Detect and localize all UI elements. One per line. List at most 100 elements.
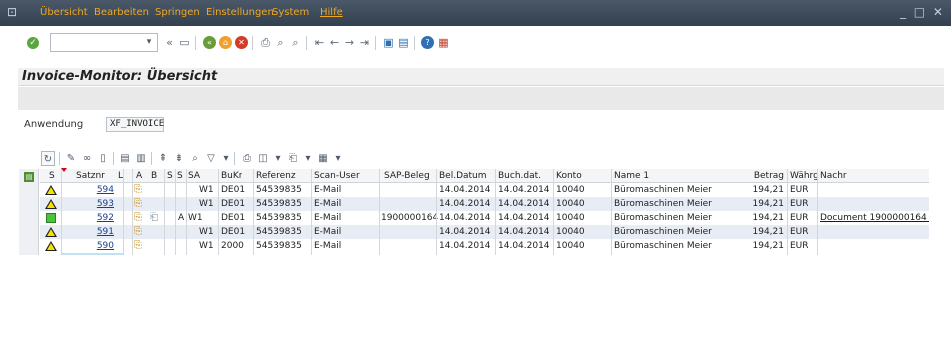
window-controls[interactable]: _ □ ✕ [900, 5, 945, 19]
cell-referenz: 54539835 [256, 185, 302, 195]
col-header-scan-user[interactable]: Scan-User [314, 169, 360, 183]
posted-doc-icon[interactable]: ⎗ [150, 212, 161, 223]
col-header-satznr[interactable]: Satznr [76, 169, 105, 183]
back-icon[interactable]: « [163, 36, 176, 49]
cell-sa: W1 [199, 227, 214, 237]
column-divider [436, 169, 437, 255]
print-icon[interactable]: ⎙ [259, 36, 272, 49]
separator [113, 152, 114, 165]
views-dropdown-icon[interactable]: ▾ [271, 151, 285, 166]
cancel-icon[interactable]: ✕ [235, 36, 248, 49]
chevron-down-icon[interactable]: ▾ [142, 34, 156, 51]
cell-betrag: 194,21 [752, 199, 785, 209]
anwendung-label: Anwendung [24, 119, 84, 130]
menu-springen[interactable]: Springen [155, 6, 200, 20]
col-header-name1[interactable]: Name 1 [614, 169, 649, 183]
details-icon[interactable]: ▤ [118, 151, 132, 166]
edit-icon[interactable]: ✎ [64, 151, 78, 166]
enter-icon[interactable]: ✓ [27, 37, 39, 49]
column-divider [311, 169, 312, 255]
document-icon[interactable]: ⎘ [134, 240, 145, 251]
layout-icon[interactable]: ▦ [437, 36, 450, 49]
system-toolbar: ✓ ▾ « ▭ « ⌂ ✕ ⎙ ⌕ ⌕ ⇤ ← → ⇥ ▣ ▤ ? ▦ [0, 26, 951, 60]
col-header-bel-datum[interactable]: Bel.Datum [439, 169, 487, 183]
menu-system[interactable]: System [272, 6, 309, 20]
separator [195, 36, 196, 50]
col-header-s2[interactable]: S [167, 169, 173, 183]
warning-icon [45, 227, 57, 237]
document-icon[interactable]: ⎘ [134, 212, 145, 223]
refresh-icon[interactable]: ↻ [41, 151, 55, 166]
cell-betrag: 194,21 [752, 185, 785, 195]
col-header-referenz[interactable]: Referenz [256, 169, 296, 183]
col-header-konto[interactable]: Konto [556, 169, 582, 183]
menu-hilfe[interactable]: Hilfe [320, 6, 343, 20]
menu-bearbeiten[interactable]: Bearbeiten [94, 6, 149, 20]
first-page-icon[interactable]: ⇤ [313, 36, 326, 49]
col-header-sap-beleg[interactable]: SAP-Beleg [384, 169, 430, 183]
cell-name1: Büromaschinen Meier [614, 227, 712, 237]
warning-icon [45, 199, 57, 209]
document-icon[interactable]: ⎘ [134, 226, 145, 237]
col-header-betrag[interactable]: Betrag [750, 169, 784, 183]
layout-dropdown-icon[interactable]: ▾ [331, 151, 345, 166]
select-all-rows-icon[interactable]: ▤ [24, 172, 34, 182]
satznr-link[interactable]: 592 [97, 213, 114, 223]
col-header-waehrg[interactable]: Währg [790, 169, 819, 183]
cell-waehrg: EUR [790, 199, 809, 209]
cell-referenz: 54539835 [256, 199, 302, 209]
last-page-icon[interactable]: ⇥ [358, 36, 371, 49]
next-page-icon[interactable]: → [343, 36, 356, 49]
create-session-icon[interactable]: ▣ [382, 36, 395, 49]
col-header-s3[interactable]: S [177, 169, 183, 183]
select-all-icon[interactable]: ▥ [134, 151, 148, 166]
separator [59, 152, 60, 165]
new-document-icon[interactable]: ▯ [96, 151, 110, 166]
separator [234, 152, 235, 165]
back-green-icon[interactable]: « [203, 36, 216, 49]
shortcut-icon[interactable]: ▤ [397, 36, 410, 49]
cell-konto: 10040 [556, 199, 585, 209]
previous-page-icon[interactable]: ← [328, 36, 341, 49]
views-icon[interactable]: ◫ [256, 151, 270, 166]
sort-ascending-icon[interactable]: ⇞ [156, 151, 170, 166]
menu-uebersicht[interactable]: Übersicht [40, 6, 88, 20]
filter-icon[interactable]: ▽ [204, 151, 218, 166]
col-header-buch-dat[interactable]: Buch.dat. [498, 169, 541, 183]
cell-betrag: 194,21 [752, 241, 785, 251]
col-header-a[interactable]: A [136, 169, 142, 183]
sort-descending-icon[interactable]: ⇟ [172, 151, 186, 166]
exit-icon[interactable]: ⌂ [219, 36, 232, 49]
layout-icon[interactable]: ▦ [316, 151, 330, 166]
document-icon[interactable]: ⎘ [134, 198, 145, 209]
cell-scan-user: E-Mail [314, 227, 342, 237]
col-header-nachr[interactable]: Nachr [820, 169, 847, 183]
title-bar: Invoice-Monitor: Übersicht [18, 68, 944, 86]
satznr-link[interactable]: 591 [97, 227, 114, 237]
col-header-b[interactable]: B [151, 169, 157, 183]
filter-dropdown-icon[interactable]: ▾ [219, 151, 233, 166]
col-header-bukr[interactable]: BuKr [221, 169, 242, 183]
col-header-sa[interactable]: SA [188, 169, 200, 183]
find-next-icon[interactable]: ⌕ [289, 36, 302, 49]
help-icon[interactable]: ? [421, 36, 434, 49]
document-icon[interactable]: ⎘ [134, 184, 145, 195]
find-icon[interactable]: ⌕ [274, 36, 287, 49]
nachr-link[interactable]: Document 1900000164 DE [820, 213, 929, 223]
col-header-s[interactable]: S [49, 169, 55, 183]
cell-scan-user: E-Mail [314, 185, 342, 195]
export-icon[interactable]: ⎗ [286, 151, 300, 166]
sap-menu-icon[interactable]: ⊡ [4, 4, 20, 20]
column-divider [553, 169, 554, 255]
display-icon[interactable]: ∞ [80, 151, 94, 166]
menu-einstellungen[interactable]: Einstellungen [206, 6, 274, 20]
satznr-link[interactable]: 594 [97, 185, 114, 195]
satznr-link[interactable]: 590 [97, 241, 114, 251]
satznr-link[interactable]: 593 [97, 199, 114, 209]
cell-scan-user: E-Mail [314, 213, 342, 223]
print-icon[interactable]: ⎙ [240, 151, 254, 166]
find-icon[interactable]: ⌕ [188, 151, 202, 166]
cell-konto: 10040 [556, 227, 585, 237]
save-icon[interactable]: ▭ [178, 36, 191, 49]
export-dropdown-icon[interactable]: ▾ [301, 151, 315, 166]
